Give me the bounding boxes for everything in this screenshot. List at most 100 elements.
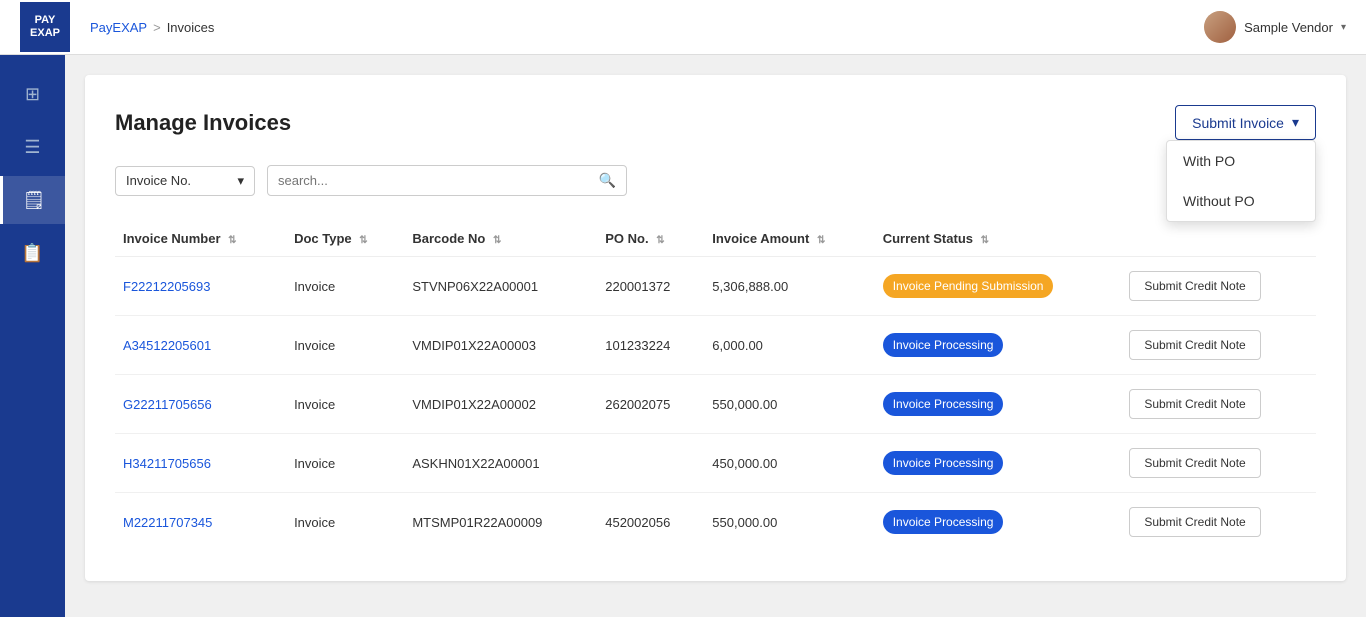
sort-po-icon[interactable]: ⇅	[656, 235, 664, 246]
cell-status-2: Invoice Processing	[875, 375, 1122, 434]
filter-select[interactable]: Invoice No. ▾	[115, 166, 255, 196]
sort-invoice-number-icon[interactable]: ⇅	[228, 235, 236, 246]
cell-doc-type-2: Invoice	[286, 375, 404, 434]
table-header: Invoice Number ⇅ Doc Type ⇅ Barcode No ⇅	[115, 221, 1316, 257]
invoice-link-1[interactable]: A34512205601	[123, 338, 211, 353]
submit-credit-note-button-3[interactable]: Submit Credit Note	[1129, 448, 1260, 478]
user-avatar	[1204, 11, 1236, 43]
cell-amount-3: 450,000.00	[704, 434, 874, 493]
submit-credit-note-button-0[interactable]: Submit Credit Note	[1129, 271, 1260, 301]
submit-invoice-wrapper: Submit Invoice ▾ With PO Without PO	[1175, 105, 1316, 140]
submit-invoice-caret: ▾	[1292, 114, 1299, 131]
breadcrumb-root[interactable]: PayEXAP	[90, 20, 147, 35]
sidebar-item-invoices[interactable]: 🗒	[0, 176, 65, 224]
filter-row: Invoice No. ▾ 🔍	[115, 165, 1316, 196]
cell-po-no-1: 101233224	[597, 316, 704, 375]
search-input[interactable]	[278, 173, 593, 188]
invoice-link-0[interactable]: F22212205693	[123, 279, 210, 294]
cell-po-no-2: 262002075	[597, 375, 704, 434]
manage-invoices-card: Manage Invoices Submit Invoice ▾ With PO…	[85, 75, 1346, 581]
table-row: M22211707345 Invoice MTSMP01R22A00009 45…	[115, 493, 1316, 552]
cell-doc-type-1: Invoice	[286, 316, 404, 375]
cell-action-3: Submit Credit Note	[1121, 434, 1316, 493]
cell-invoice-number-0: F22212205693	[115, 257, 286, 316]
cell-amount-4: 550,000.00	[704, 493, 874, 552]
filter-select-label: Invoice No.	[126, 173, 231, 188]
payexap-logo: PAYEXAP	[20, 2, 70, 52]
list1-icon: ☰	[24, 137, 40, 158]
cell-amount-2: 550,000.00	[704, 375, 874, 434]
user-menu[interactable]: Sample Vendor ▾	[1204, 11, 1346, 43]
sidebar-item-dashboard[interactable]: ⊞	[0, 70, 65, 118]
logo-area: PAYEXAP PayEXAP > Invoices	[20, 2, 214, 52]
cell-invoice-number-1: A34512205601	[115, 316, 286, 375]
page-title: Manage Invoices	[115, 110, 291, 136]
user-dropdown-arrow: ▾	[1341, 22, 1346, 33]
sort-barcode-icon[interactable]: ⇅	[493, 235, 501, 246]
cell-doc-type-0: Invoice	[286, 257, 404, 316]
breadcrumb-current: Invoices	[167, 20, 215, 35]
invoice-icon: 🗒	[23, 190, 46, 211]
col-barcode-no: Barcode No ⇅	[404, 221, 597, 257]
user-name: Sample Vendor	[1244, 20, 1333, 35]
submit-credit-note-button-2[interactable]: Submit Credit Note	[1129, 389, 1260, 419]
cell-status-0: Invoice Pending Submission	[875, 257, 1122, 316]
cell-doc-type-3: Invoice	[286, 434, 404, 493]
cell-status-1: Invoice Processing	[875, 316, 1122, 375]
status-badge-3: Invoice Processing	[883, 451, 1004, 475]
cell-barcode-0: STVNP06X22A00001	[404, 257, 597, 316]
table-row: H34211705656 Invoice ASKHN01X22A00001 45…	[115, 434, 1316, 493]
cell-invoice-number-3: H34211705656	[115, 434, 286, 493]
reports-icon: 📋	[21, 243, 43, 264]
col-doc-type: Doc Type ⇅	[286, 221, 404, 257]
search-box: 🔍	[267, 165, 627, 196]
cell-status-4: Invoice Processing	[875, 493, 1122, 552]
top-navigation: PAYEXAP PayEXAP > Invoices Sample Vendor…	[0, 0, 1366, 55]
cell-invoice-number-4: M22211707345	[115, 493, 286, 552]
invoice-link-2[interactable]: G22211705656	[123, 397, 212, 412]
col-action	[1121, 221, 1316, 257]
col-current-status: Current Status ⇅	[875, 221, 1122, 257]
status-badge-4: Invoice Processing	[883, 510, 1004, 534]
cell-barcode-2: VMDIP01X22A00002	[404, 375, 597, 434]
status-badge-2: Invoice Processing	[883, 392, 1004, 416]
cell-amount-0: 5,306,888.00	[704, 257, 874, 316]
status-badge-0: Invoice Pending Submission	[883, 274, 1054, 298]
table-body: F22212205693 Invoice STVNP06X22A00001 22…	[115, 257, 1316, 552]
table-row: G22211705656 Invoice VMDIP01X22A00002 26…	[115, 375, 1316, 434]
cell-doc-type-4: Invoice	[286, 493, 404, 552]
status-badge-1: Invoice Processing	[883, 333, 1004, 357]
invoice-link-4[interactable]: M22211707345	[123, 515, 212, 530]
sidebar-item-list1[interactable]: ☰	[0, 123, 65, 171]
table-row: A34512205601 Invoice VMDIP01X22A00003 10…	[115, 316, 1316, 375]
cell-po-no-4: 452002056	[597, 493, 704, 552]
sort-status-icon[interactable]: ⇅	[981, 235, 989, 246]
cell-action-2: Submit Credit Note	[1121, 375, 1316, 434]
cell-po-no-3	[597, 434, 704, 493]
submit-invoice-dropdown: With PO Without PO	[1166, 140, 1316, 222]
invoices-table: Invoice Number ⇅ Doc Type ⇅ Barcode No ⇅	[115, 221, 1316, 551]
cell-barcode-1: VMDIP01X22A00003	[404, 316, 597, 375]
submit-invoice-button[interactable]: Submit Invoice ▾	[1175, 105, 1316, 140]
cell-barcode-4: MTSMP01R22A00009	[404, 493, 597, 552]
without-po-option[interactable]: Without PO	[1167, 181, 1315, 221]
submit-invoice-label: Submit Invoice	[1192, 115, 1284, 131]
cell-po-no-0: 220001372	[597, 257, 704, 316]
cell-action-0: Submit Credit Note	[1121, 257, 1316, 316]
sort-doc-type-icon[interactable]: ⇅	[359, 235, 367, 246]
with-po-option[interactable]: With PO	[1167, 141, 1315, 181]
sort-amount-icon[interactable]: ⇅	[817, 235, 825, 246]
cell-amount-1: 6,000.00	[704, 316, 874, 375]
submit-credit-note-button-1[interactable]: Submit Credit Note	[1129, 330, 1260, 360]
logo-text: PAYEXAP	[30, 14, 60, 40]
cell-status-3: Invoice Processing	[875, 434, 1122, 493]
col-invoice-amount: Invoice Amount ⇅	[704, 221, 874, 257]
sidebar-item-reports[interactable]: 📋	[0, 229, 65, 277]
submit-credit-note-button-4[interactable]: Submit Credit Note	[1129, 507, 1260, 537]
cell-action-1: Submit Credit Note	[1121, 316, 1316, 375]
cell-action-4: Submit Credit Note	[1121, 493, 1316, 552]
invoice-link-3[interactable]: H34211705656	[123, 456, 211, 471]
cell-invoice-number-2: G22211705656	[115, 375, 286, 434]
breadcrumb: PayEXAP > Invoices	[90, 20, 214, 35]
main-content: Manage Invoices Submit Invoice ▾ With PO…	[65, 55, 1366, 617]
